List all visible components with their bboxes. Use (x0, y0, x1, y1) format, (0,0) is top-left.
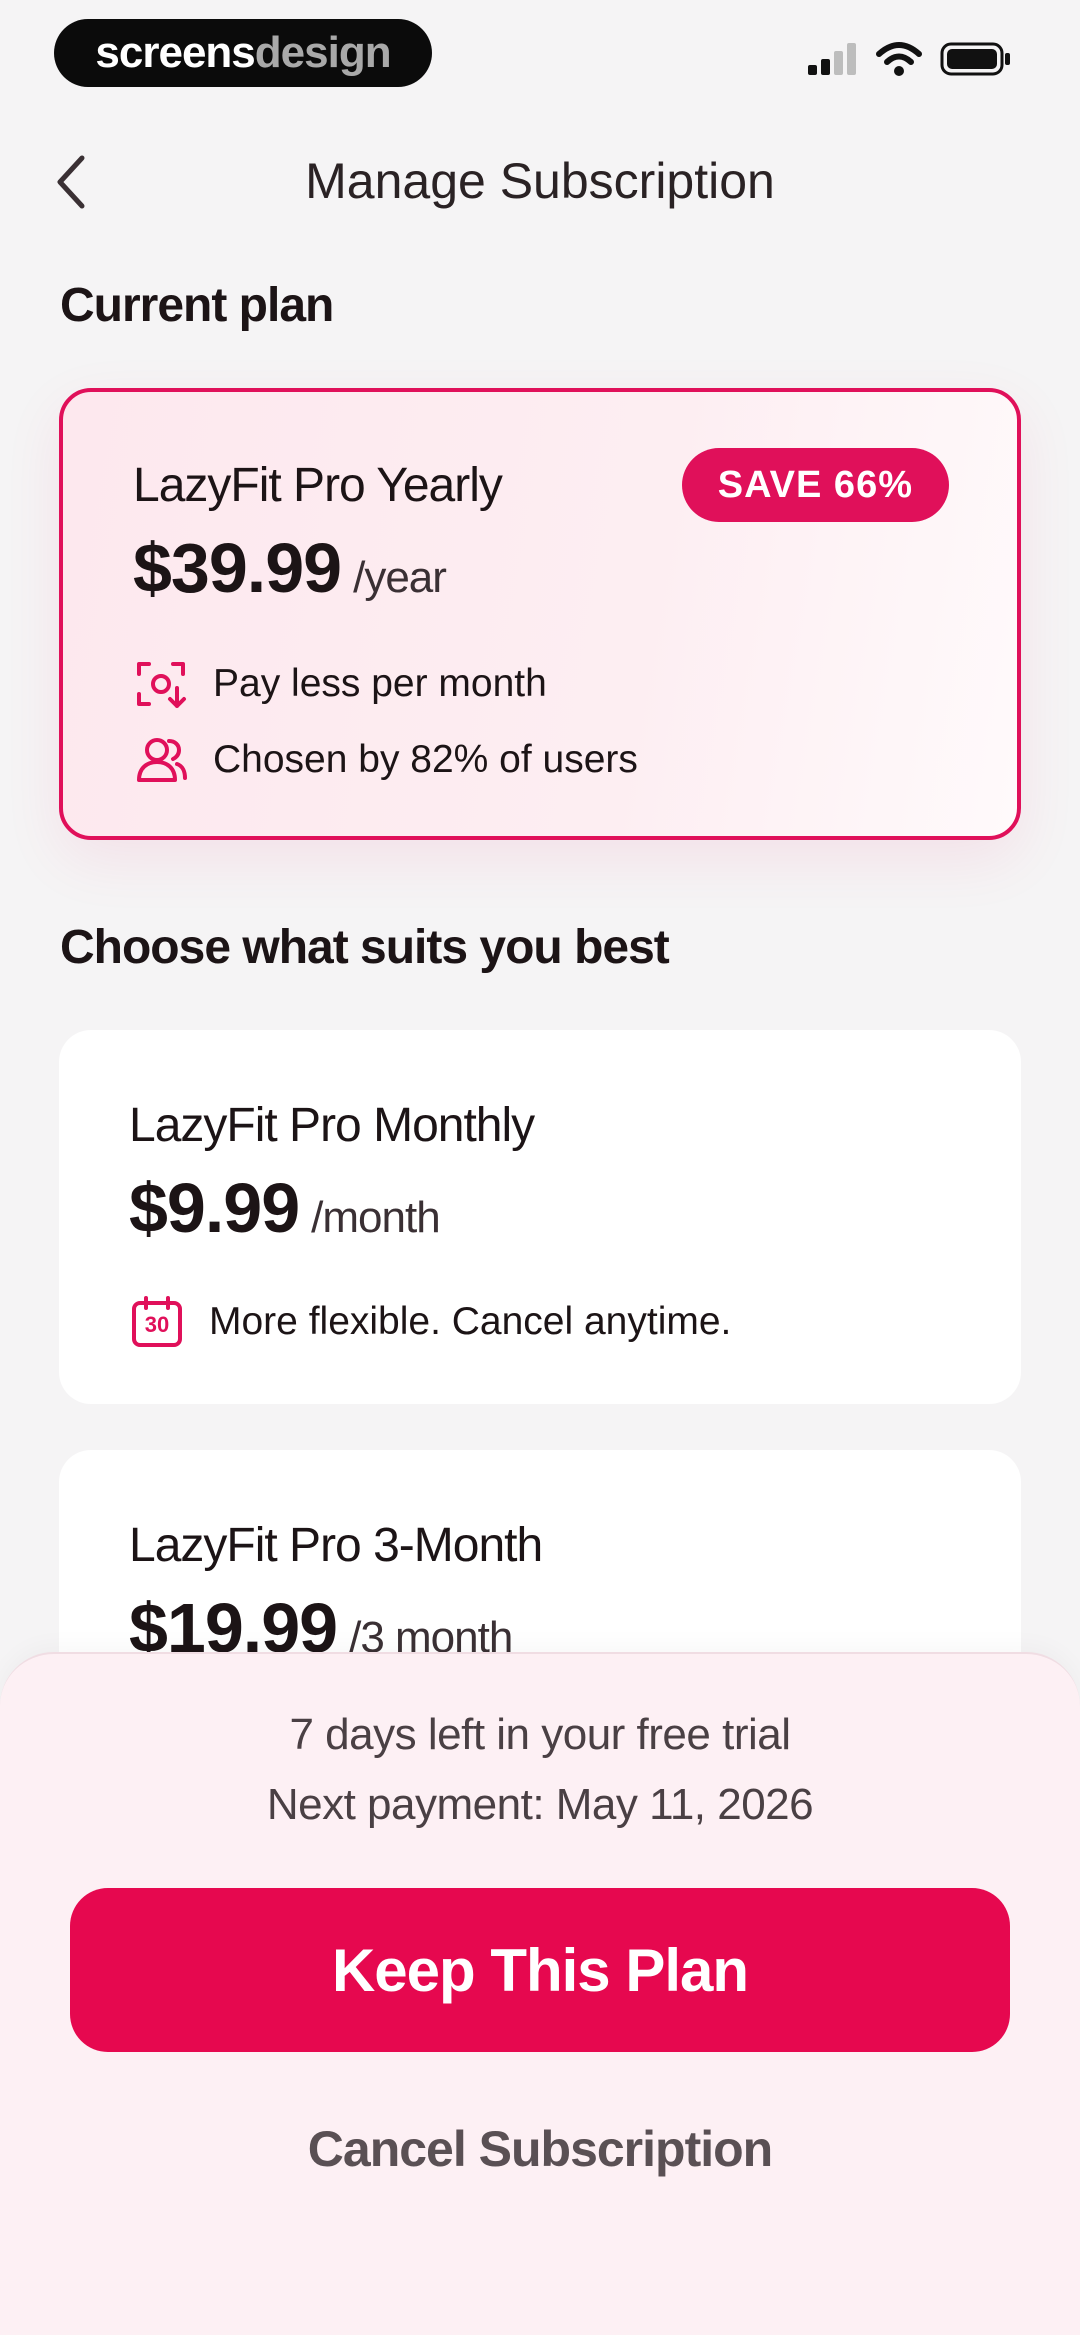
plan-price: $39.99 (133, 529, 342, 607)
current-plan-heading: Current plan (60, 279, 334, 332)
cellular-signal-icon (808, 43, 856, 75)
calendar-day-text: 30 (144, 1312, 170, 1337)
brand-logo: screens design (54, 19, 432, 87)
brand-text-part1: screens (95, 28, 255, 77)
feature-item: 30 More flexible. Cancel anytime. (129, 1294, 731, 1350)
status-bar: screens design (0, 0, 1080, 110)
plan-price: $9.99 (129, 1169, 300, 1247)
price-row: $9.99 /month (129, 1168, 441, 1248)
feature-text: Chosen by 82% of users (213, 738, 638, 781)
feature-text: More flexible. Cancel anytime. (209, 1300, 732, 1343)
feature-text: Pay less per month (213, 662, 547, 705)
price-scan-icon (133, 656, 189, 712)
save-badge: SAVE 66% (681, 448, 949, 522)
plan-name: LazyFit Pro 3-Month (129, 1519, 543, 1572)
brand-text-part2: design (254, 28, 392, 77)
keep-plan-button[interactable]: Keep This Plan (70, 1888, 1010, 2052)
status-icons (808, 42, 1012, 76)
next-payment-text: Next payment: May 11, 2026 (266, 1780, 814, 1829)
plan-period: /year (353, 553, 447, 602)
current-plan-card[interactable]: LazyFit Pro Yearly SAVE 66% $39.99 /year… (59, 388, 1021, 840)
price-row: $39.99 /year (133, 528, 447, 608)
wifi-icon (876, 42, 922, 76)
users-icon (133, 732, 189, 788)
trial-remaining-text: 7 days left in your free trial (289, 1710, 791, 1759)
nav-bar: Manage Subscription (0, 140, 1080, 224)
feature-item: Chosen by 82% of users (133, 732, 638, 788)
bottom-sheet: 7 days left in your free trial Next paym… (0, 1652, 1080, 2335)
cancel-subscription-button[interactable]: Cancel Subscription (0, 2120, 1080, 2178)
plan-card-monthly[interactable]: LazyFit Pro Monthly $9.99 /month 30 More… (59, 1030, 1021, 1404)
plan-name: LazyFit Pro Yearly (133, 459, 503, 512)
choose-plan-heading: Choose what suits you best (60, 921, 670, 974)
calendar-icon: 30 (129, 1294, 185, 1350)
feature-item: Pay less per month (133, 656, 547, 712)
plan-period: /month (311, 1193, 441, 1242)
battery-icon (940, 42, 1010, 76)
page-title: Manage Subscription (305, 153, 775, 209)
plan-name: LazyFit Pro Monthly (129, 1099, 535, 1152)
